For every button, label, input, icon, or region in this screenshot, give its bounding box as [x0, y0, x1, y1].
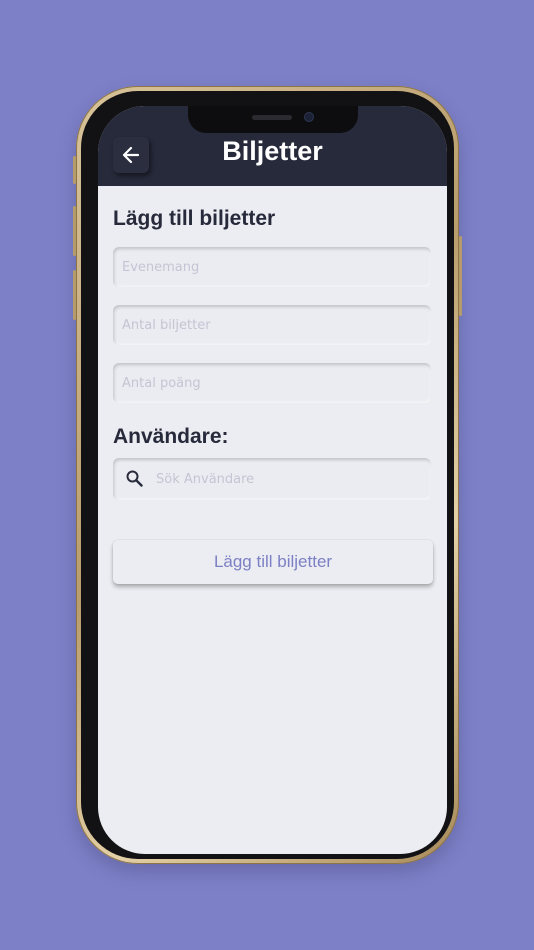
- phone-frame: Biljetter Lägg till biljetter Evenemang …: [73, 86, 462, 864]
- screen: Biljetter Lägg till biljetter Evenemang …: [98, 106, 447, 854]
- add-tickets-heading: Lägg till biljetter: [113, 207, 276, 230]
- notch: [188, 106, 358, 133]
- points-placeholder: Antal poäng: [122, 375, 201, 391]
- search-icon: [126, 470, 143, 487]
- volume-up-button: [73, 206, 76, 256]
- points-field[interactable]: Antal poäng: [113, 363, 431, 403]
- page-title: Biljetter: [222, 136, 323, 166]
- front-camera: [304, 112, 314, 122]
- event-field[interactable]: Evenemang: [113, 247, 431, 287]
- speaker: [252, 115, 292, 120]
- volume-down-button: [73, 270, 76, 320]
- ticket-count-field[interactable]: Antal biljetter: [113, 305, 431, 345]
- silent-switch: [73, 156, 76, 184]
- event-placeholder: Evenemang: [122, 259, 200, 275]
- add-tickets-button[interactable]: Lägg till biljetter: [113, 540, 433, 584]
- ticket-count-placeholder: Antal biljetter: [122, 317, 211, 333]
- users-heading: Användare:: [113, 425, 229, 448]
- user-search-placeholder: Sök Användare: [156, 471, 255, 487]
- power-button: [459, 236, 462, 316]
- phone-bezel: Biljetter Lägg till biljetter Evenemang …: [81, 91, 454, 859]
- add-tickets-button-label: Lägg till biljetter: [213, 552, 333, 571]
- user-search-input[interactable]: Sök Användare: [113, 458, 431, 500]
